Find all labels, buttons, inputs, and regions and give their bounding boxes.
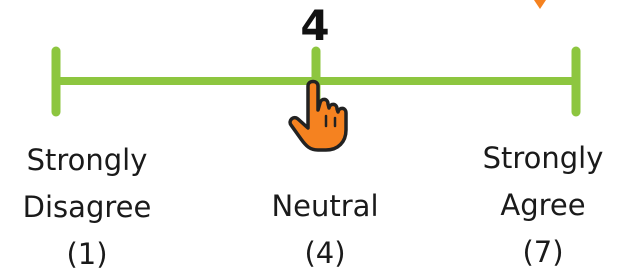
label-mid-text: Neutral [271, 189, 379, 223]
label-min-line2: Disagree [22, 190, 152, 224]
label-max-value: (7) [522, 235, 564, 269]
label-neutral: Neutral (4) [240, 183, 410, 277]
label-strongly-disagree: Strongly Disagree (1) [2, 137, 172, 278]
label-min-value: (1) [66, 237, 108, 271]
label-max-line1: Strongly [482, 141, 604, 175]
label-max-line2: Agree [500, 188, 586, 222]
label-min-line1: Strongly [26, 143, 148, 177]
likert-scale: 4 Strongly Disagree (1) Neutral (4) Stro… [0, 0, 626, 271]
hand-pointer-icon [288, 79, 348, 152]
label-strongly-agree: Strongly Agree (7) [458, 135, 626, 276]
